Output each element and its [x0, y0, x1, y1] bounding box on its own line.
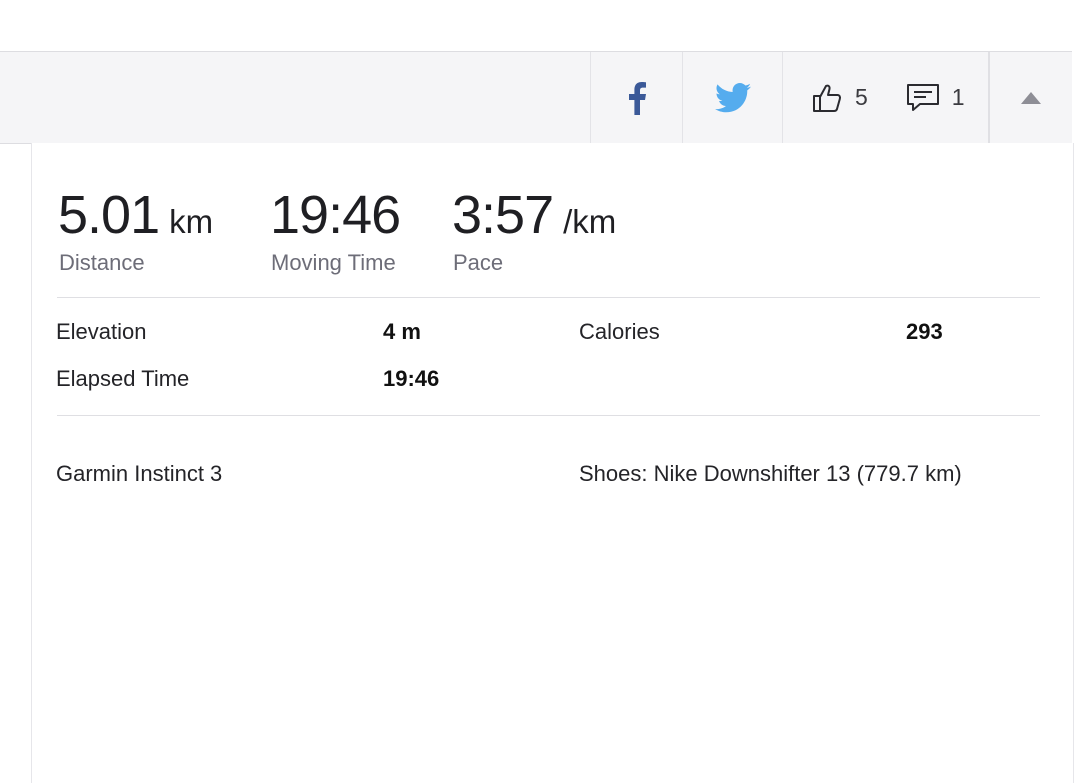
elevation-value: 4 m	[383, 319, 421, 344]
distance-stat: 5.01 km Distance	[58, 185, 214, 275]
pace-stat: 3:57/km Pace	[452, 185, 617, 275]
comment-count: 1	[951, 84, 965, 110]
distance-label: Distance	[59, 250, 145, 275]
elapsed-time-label: Elapsed Time	[56, 366, 190, 391]
comment-button[interactable]: 1	[906, 83, 965, 113]
pace-unit: /km	[563, 203, 617, 240]
details-divider	[57, 415, 1040, 416]
twitter-share-button[interactable]	[682, 52, 782, 143]
collapse-toggle-button[interactable]	[988, 52, 1072, 143]
caret-up-icon	[1021, 91, 1041, 104]
stats-divider	[57, 297, 1040, 298]
moving-time-label: Moving Time	[271, 250, 396, 275]
thumbs-up-icon	[813, 84, 842, 112]
elapsed-time-value: 19:46	[383, 366, 440, 391]
page-header-space	[0, 0, 1080, 51]
pace-label: Pace	[453, 250, 504, 275]
elevation-label: Elevation	[56, 319, 147, 344]
shoes-info: Shoes: Nike Downshifter 13 (779.7 km)	[579, 461, 962, 486]
kudos-comments-cell: 5 1	[782, 52, 988, 143]
comment-icon	[906, 83, 939, 111]
facebook-icon	[628, 81, 646, 115]
kudos-button[interactable]: 5	[811, 82, 868, 114]
facebook-share-button[interactable]	[590, 52, 682, 143]
moving-time-stat: 19:46 Moving Time	[270, 185, 401, 275]
twitter-icon	[714, 82, 751, 112]
calories-label: Calories	[579, 319, 660, 344]
moving-time-value: 19:46	[270, 185, 401, 245]
calories-value: 293	[906, 319, 943, 344]
kudos-count: 5	[855, 84, 868, 110]
distance-value: 5.01	[58, 185, 160, 245]
device-name: Garmin Instinct 3	[56, 461, 223, 486]
distance-unit: km	[169, 203, 214, 240]
pace-value: 3:57	[452, 185, 554, 245]
social-action-bar: 5 1	[0, 51, 1072, 144]
